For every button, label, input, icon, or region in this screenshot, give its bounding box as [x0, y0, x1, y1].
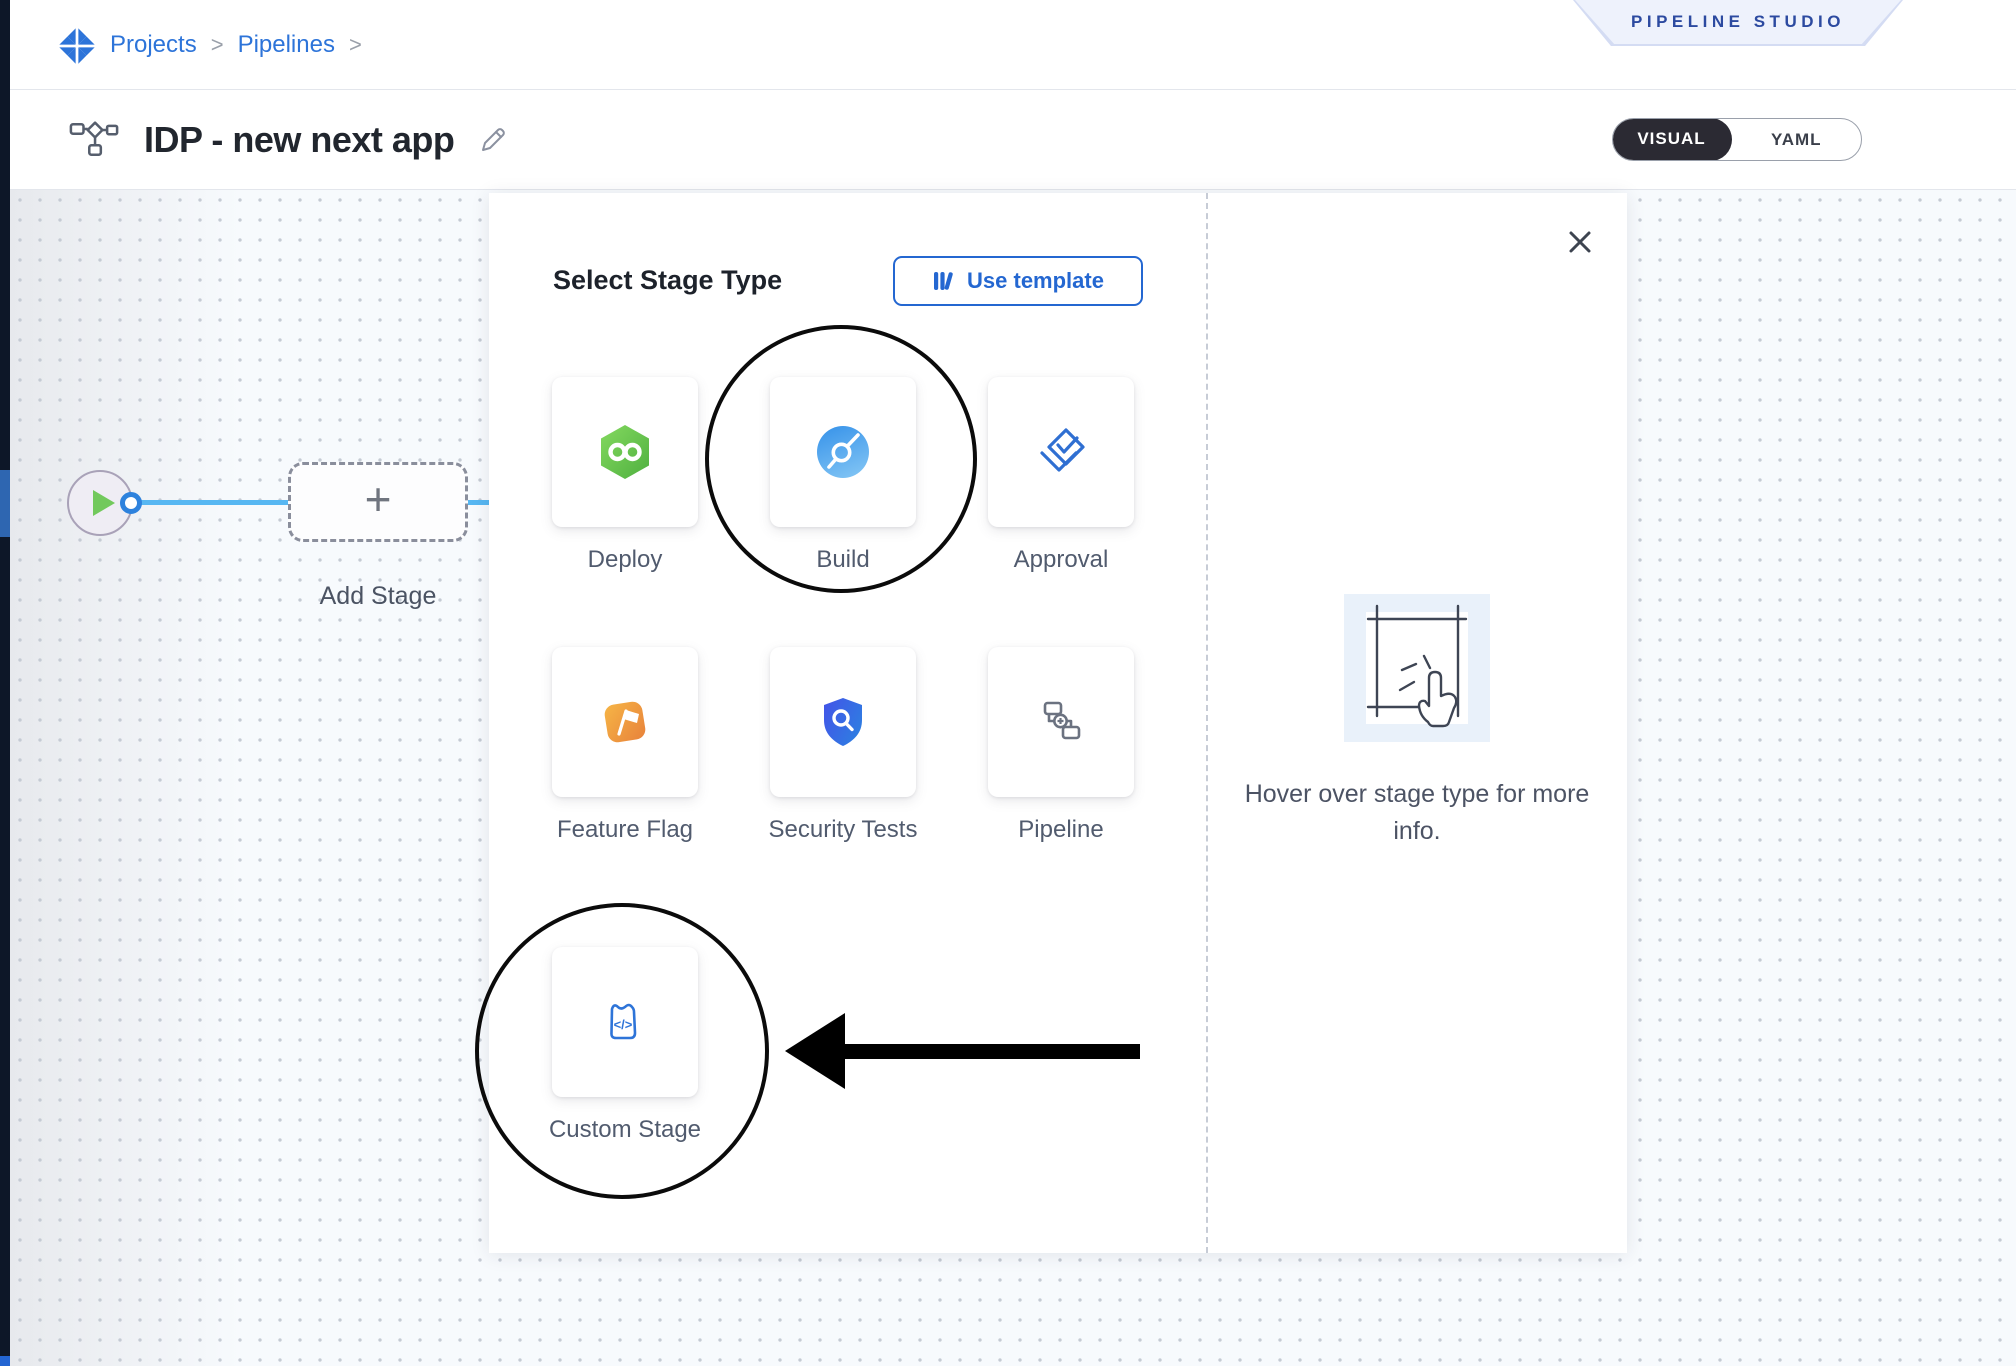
- deploy-icon: [595, 422, 655, 482]
- stage-type-grid-panel: Select Stage Type Use template: [489, 193, 1206, 1253]
- approval-icon: [1032, 423, 1090, 481]
- close-icon[interactable]: [1560, 222, 1600, 262]
- rail-indicator: [0, 470, 10, 537]
- pipeline-graph-icon: [68, 119, 120, 161]
- start-node-port: [120, 492, 142, 514]
- toggle-yaml-button[interactable]: YAML: [1732, 119, 1862, 160]
- stage-tile-feature-flag[interactable]: [552, 647, 698, 797]
- pipeline-icon: [1032, 693, 1090, 751]
- breadcrumb-projects-link[interactable]: Projects: [110, 31, 197, 59]
- feature-flag-icon: [595, 692, 655, 752]
- build-icon: [814, 423, 872, 481]
- stage-label-security-tests: Security Tests: [763, 813, 923, 846]
- edit-pencil-icon[interactable]: [478, 125, 508, 155]
- stage-label-approval: Approval: [981, 543, 1141, 576]
- stage-tile-approval[interactable]: [988, 377, 1134, 527]
- template-library-icon: [932, 269, 956, 293]
- pipeline-studio-badge-label: PIPELINE STUDIO: [1631, 12, 1845, 32]
- stage-tile-security-tests[interactable]: [770, 647, 916, 797]
- stage-tile-custom-stage[interactable]: </>: [552, 947, 698, 1097]
- add-stage-label: Add Stage: [288, 582, 468, 611]
- stage-label-build: Build: [763, 543, 923, 576]
- breadcrumb-pipelines-link[interactable]: Pipelines: [238, 31, 335, 59]
- stage-label-custom-stage: Custom Stage: [545, 1113, 705, 1146]
- pipeline-header: IDP - new next app VISUAL YAML: [10, 90, 2016, 190]
- breadcrumb-separator: >: [211, 32, 224, 58]
- security-tests-icon: [815, 694, 871, 750]
- play-icon: [93, 490, 115, 516]
- left-nav-rail: [0, 0, 10, 1366]
- modal-title: Select Stage Type: [553, 265, 782, 296]
- toggle-visual-button[interactable]: VISUAL: [1612, 118, 1732, 161]
- pipeline-studio-badge: PIPELINE STUDIO: [1573, 0, 1903, 46]
- hover-hint-illustration: [1344, 594, 1490, 742]
- stage-tile-deploy[interactable]: [552, 377, 698, 527]
- stage-label-deploy: Deploy: [545, 543, 705, 576]
- plus-icon: +: [365, 476, 392, 522]
- use-template-button[interactable]: Use template: [893, 256, 1143, 306]
- stage-tile-pipeline[interactable]: [988, 647, 1134, 797]
- stage-label-feature-flag: Feature Flag: [545, 813, 705, 846]
- projects-logo-icon: [58, 26, 96, 64]
- page-title: IDP - new next app: [144, 119, 454, 161]
- svg-text:</>: </>: [614, 1017, 633, 1032]
- custom-stage-icon: </>: [598, 995, 652, 1049]
- breadcrumb: Projects > Pipelines >: [58, 0, 362, 90]
- stage-tile-build[interactable]: [770, 377, 916, 527]
- stage-label-pipeline: Pipeline: [981, 813, 1141, 846]
- add-stage-button[interactable]: +: [288, 462, 468, 542]
- hover-hint-text: Hover over stage type for more info.: [1242, 776, 1592, 850]
- top-bar: Projects > Pipelines > PIPELINE STUDIO: [10, 0, 2016, 90]
- breadcrumb-separator: >: [349, 32, 362, 58]
- pipeline-studio-page: Projects > Pipelines > PIPELINE STUDIO: [0, 0, 2016, 1366]
- rail-bottom-marker: [0, 1356, 10, 1366]
- visual-yaml-toggle: VISUAL YAML: [1612, 118, 1862, 161]
